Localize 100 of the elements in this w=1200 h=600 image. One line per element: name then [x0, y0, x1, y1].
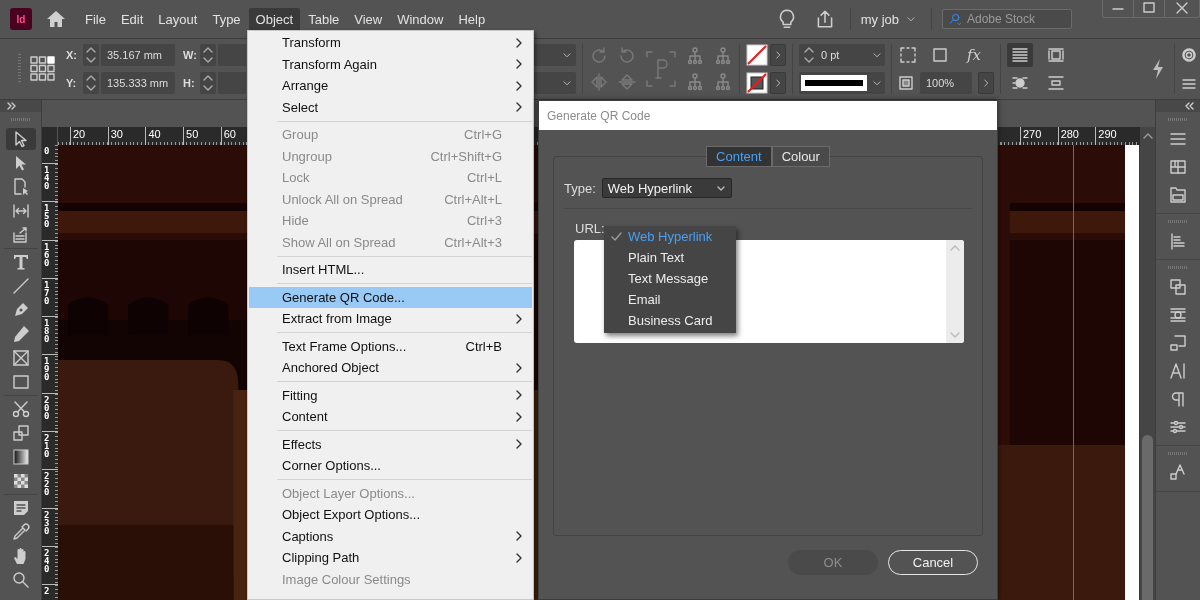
layers-icon[interactable] — [1168, 185, 1188, 205]
menu-bar-item[interactable]: Layout — [151, 7, 205, 31]
stroke-weight-field[interactable]: 0 pt — [799, 44, 885, 66]
opacity-field[interactable]: 100% — [920, 72, 972, 94]
opacity-icon[interactable] — [898, 75, 914, 91]
scrollbar[interactable] — [1139, 145, 1155, 600]
dropdown-option[interactable]: Plain Text — [604, 247, 736, 268]
number-field[interactable] — [218, 72, 246, 94]
tab[interactable]: Colour — [771, 146, 830, 167]
menu-item[interactable]: Effects — [249, 433, 532, 455]
menu-item[interactable]: Transform — [249, 32, 532, 54]
search-field[interactable]: Adobe Stock — [942, 9, 1072, 29]
ruler-label: 190 — [44, 355, 50, 385]
ruler-label: 2 — [44, 585, 50, 599]
grip-handle[interactable] — [1168, 266, 1188, 269]
tab[interactable]: Content — [706, 146, 772, 167]
collapse-icon[interactable] — [1184, 102, 1194, 110]
ruler-label: 140 — [44, 164, 50, 193]
reference-point-icon[interactable] — [30, 55, 57, 83]
menu-item[interactable]: Insert HTML... — [249, 259, 532, 281]
menu-item[interactable]: Text Frame Options... Ctrl+B — [249, 335, 532, 357]
menu-item[interactable]: Clipping Path — [249, 547, 532, 569]
text-wrap-icon[interactable] — [1168, 305, 1188, 325]
hierarchy-icon[interactable] — [713, 46, 733, 66]
menu-item[interactable]: Fitting — [249, 384, 532, 406]
menu-bar-item[interactable]: Help — [451, 7, 493, 31]
ruler-label: 150 — [44, 202, 50, 232]
ruler-label: 240 — [44, 546, 50, 576]
grip-handle[interactable] — [10, 118, 31, 121]
number-field[interactable] — [218, 44, 246, 66]
menu-item[interactable]: Captions — [249, 525, 532, 547]
app-logo: Id — [10, 8, 32, 30]
expand-icon[interactable] — [7, 102, 17, 110]
ruler-label: 0 — [44, 145, 50, 158]
checkmark-icon — [611, 231, 622, 242]
menu-item[interactable]: Corner Options... — [249, 455, 532, 477]
dropdown-option[interactable]: Email — [604, 289, 736, 310]
url-label: URL: — [575, 221, 606, 236]
menu-item[interactable]: Transform Again — [249, 53, 532, 75]
menu-item[interactable]: Arrange — [249, 75, 532, 97]
field-label: H: — [183, 77, 196, 89]
dropdown-field[interactable] — [534, 44, 576, 66]
menu-icon[interactable] — [1181, 77, 1197, 91]
dialog-title: Generate QR Code — [539, 101, 997, 130]
menu-bar-item[interactable]: File — [78, 7, 113, 31]
menu-bar-item[interactable]: View — [347, 7, 390, 31]
ruler-label: 220 — [44, 470, 50, 500]
grip-handle[interactable] — [1168, 220, 1188, 223]
dropdown-option[interactable]: Web Hyperlink — [604, 226, 736, 247]
ruler-label: 200 — [44, 393, 50, 423]
scrollbar-thumb[interactable] — [1142, 435, 1153, 600]
menu-bar-item[interactable]: Edit — [113, 7, 151, 31]
field-label: X: — [66, 49, 78, 61]
stroke-swatch[interactable] — [746, 72, 768, 94]
selection-frame-icon[interactable] — [898, 45, 918, 65]
effects-button[interactable]: fx — [962, 46, 986, 64]
menu-bar-item[interactable]: Table — [301, 7, 347, 31]
hierarchy-icon[interactable] — [685, 72, 705, 92]
menu-item[interactable]: Generate QR Code... — [249, 286, 532, 308]
fill-swatch[interactable] — [746, 44, 768, 66]
dropdown-option[interactable]: Business Card — [604, 310, 736, 331]
number-field[interactable]: 35.167 mm — [101, 44, 175, 66]
hierarchy-icon[interactable] — [713, 72, 733, 92]
field-label: Y: — [66, 77, 78, 89]
menu-bar-item[interactable]: Type — [205, 7, 248, 31]
frame-stroke-icon[interactable] — [930, 45, 950, 65]
type-dropdown[interactable]: Web Hyperlink — [601, 178, 732, 198]
scroll-up-icon[interactable] — [1142, 132, 1153, 140]
ruler-label: 210 — [44, 432, 50, 462]
hierarchy-icon[interactable] — [685, 46, 705, 66]
menu-item[interactable]: Content — [249, 406, 532, 428]
text-wrap-option[interactable] — [1007, 43, 1033, 67]
ruler-label: 170 — [44, 278, 50, 308]
ruler-label: 230 — [44, 508, 50, 538]
dropdown-field[interactable] — [534, 72, 576, 94]
type-label: Type: — [564, 180, 596, 196]
grip-handle[interactable] — [1168, 118, 1188, 121]
menu-item[interactable]: Select — [249, 96, 532, 118]
character-icon[interactable] — [1168, 361, 1188, 381]
align-left-icon[interactable] — [1168, 231, 1188, 251]
dropdown-option[interactable]: Text Message — [604, 268, 736, 289]
character-styles-icon[interactable] — [1168, 463, 1188, 483]
menu-bar-item[interactable]: Window — [390, 7, 451, 31]
menu-item[interactable]: Anchored Object — [249, 357, 532, 379]
settings-icon[interactable] — [1181, 47, 1197, 63]
pages-icon[interactable] — [1168, 157, 1188, 177]
home-icon[interactable] — [45, 9, 67, 29]
stroke-style-field[interactable] — [799, 72, 885, 94]
menu-item[interactable]: Object Export Options... — [249, 504, 532, 526]
workspace-switcher[interactable]: my job — [860, 11, 917, 27]
pathfinder-icon[interactable] — [1168, 277, 1188, 297]
grip-handle[interactable] — [18, 54, 21, 84]
ruler-label: 160 — [44, 240, 50, 270]
menu-bar-item[interactable]: Object — [248, 7, 301, 31]
number-field[interactable]: 135.333 mm — [101, 72, 175, 94]
grip-handle[interactable] — [1168, 452, 1188, 455]
selection-tool-icon[interactable] — [5, 128, 36, 150]
frame-fitting-icon[interactable] — [1168, 333, 1188, 353]
field-label: W: — [183, 49, 198, 61]
menu-item[interactable]: Extract from Image — [249, 308, 532, 330]
